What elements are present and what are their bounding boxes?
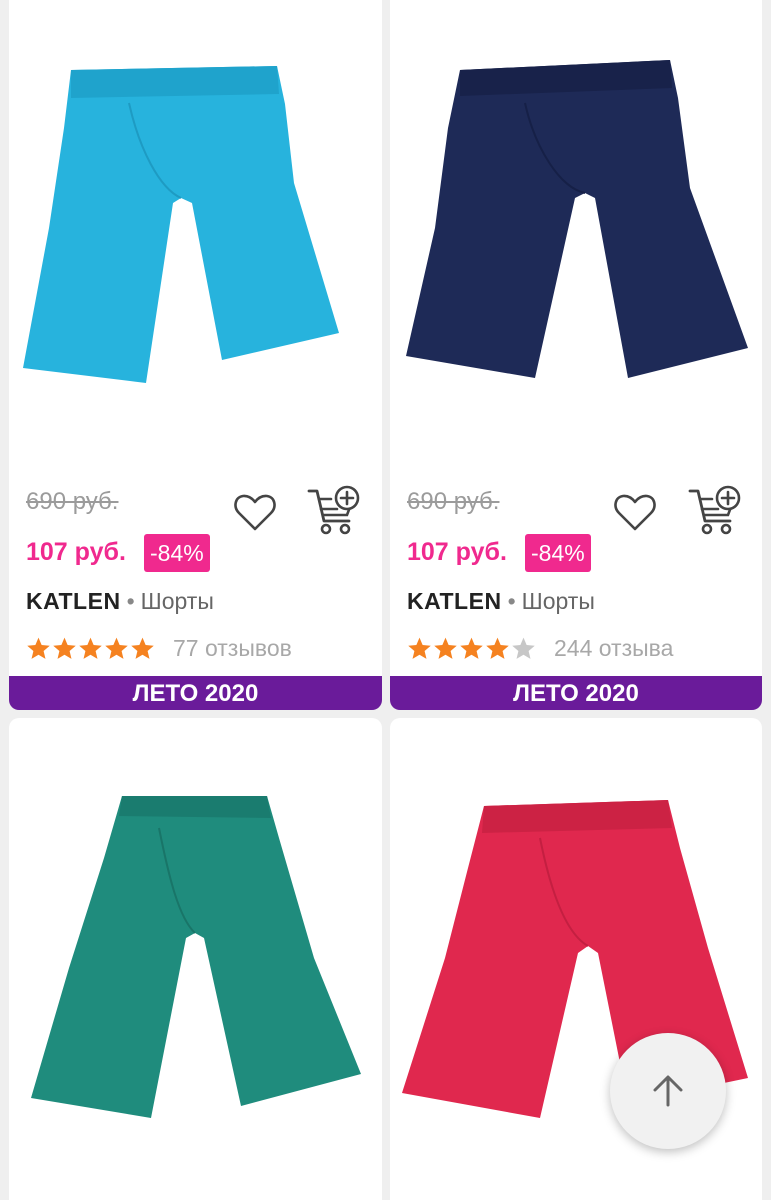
star-filled-icon <box>486 637 509 659</box>
add-to-cart-icon <box>688 485 741 535</box>
star-filled-icon <box>27 637 50 659</box>
star-empty-icon <box>512 637 535 659</box>
new-price: 107 руб. <box>26 538 126 566</box>
star-filled-icon <box>434 637 457 659</box>
product-category: Шорты <box>140 588 214 614</box>
brand-name: KATLEN <box>407 588 502 614</box>
arrow-up-icon <box>653 1075 683 1107</box>
rating: 77 отзывов <box>26 633 292 663</box>
product-category: Шорты <box>521 588 595 614</box>
product-meta: KATLEN • Шорты <box>26 588 214 614</box>
brand-name: KATLEN <box>26 588 121 614</box>
rating-stars <box>26 636 155 661</box>
product-image[interactable] <box>390 0 762 468</box>
star-filled-icon <box>131 637 154 659</box>
product-card[interactable] <box>9 718 382 1200</box>
discount-badge: -84% <box>525 534 591 572</box>
product-image[interactable] <box>9 718 382 1198</box>
promo-banner: ЛЕТО 2020 <box>9 676 382 710</box>
scroll-to-top-button[interactable] <box>610 1033 726 1149</box>
star-filled-icon <box>105 637 128 659</box>
new-price: 107 руб. <box>407 538 507 566</box>
heart-icon <box>234 494 276 531</box>
promo-banner: ЛЕТО 2020 <box>390 676 762 710</box>
heart-icon <box>614 494 656 531</box>
rating-stars <box>407 636 536 661</box>
star-filled-icon <box>79 637 102 659</box>
favorite-button[interactable] <box>611 488 659 536</box>
rating: 244 отзыва <box>407 633 673 663</box>
add-to-cart-button[interactable] <box>307 485 361 539</box>
product-image[interactable] <box>9 0 382 468</box>
favorite-button[interactable] <box>231 488 279 536</box>
add-to-cart-icon <box>307 485 360 535</box>
reviews-count[interactable]: 244 отзыва <box>554 635 673 662</box>
product-meta: KATLEN • Шорты <box>407 588 595 614</box>
product-card[interactable]: 690 руб. 107 руб. -84% KATLEN • Шорты 244 … <box>390 0 762 710</box>
star-filled-icon <box>53 637 76 659</box>
star-filled-icon <box>460 637 483 659</box>
star-filled-icon <box>408 637 431 659</box>
old-price: 690 руб. <box>407 488 500 515</box>
add-to-cart-button[interactable] <box>688 485 742 539</box>
reviews-count[interactable]: 77 отзывов <box>173 635 292 662</box>
product-card[interactable]: 690 руб. 107 руб. -84% KATLEN • Шорты 77 о… <box>9 0 382 710</box>
old-price: 690 руб. <box>26 488 119 515</box>
discount-badge: -84% <box>144 534 210 572</box>
